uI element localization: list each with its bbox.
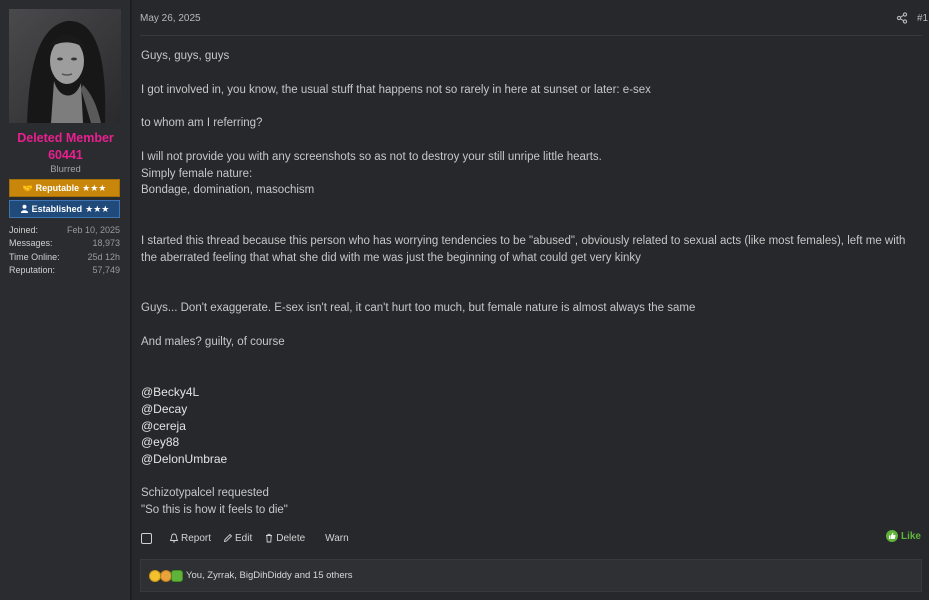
badge-stars: ★★★ <box>85 203 110 214</box>
post-actions: Report Edit Delete Warn Like <box>141 530 921 546</box>
user-stats: Joined: Feb 10, 2025 Messages: 18,973 Ti… <box>9 223 120 277</box>
paragraph: And males? guilty, of course <box>141 335 285 348</box>
closing-quote: "So this is how it feels to die" <box>141 503 288 516</box>
badge-stars: ★★★ <box>82 182 107 193</box>
post-body: Guys, guys, guys I got involved in, you … <box>141 48 916 518</box>
paragraph: Guys... Don't exaggerate. E-sex isn't re… <box>141 301 696 314</box>
paragraph: Guys, guys, guys <box>141 50 230 62</box>
stat-messages: Messages: 18,973 <box>9 238 120 249</box>
badge-label: Established <box>31 204 83 214</box>
report-button[interactable]: Report <box>169 533 211 544</box>
trash-icon <box>266 533 273 543</box>
delete-button[interactable]: Delete <box>264 533 305 544</box>
paragraph: I started this thread because this perso… <box>141 234 909 264</box>
paragraph: to whom am I referring? <box>141 117 263 130</box>
bell-icon <box>169 533 179 543</box>
avatar[interactable] <box>9 9 121 123</box>
like-button[interactable]: Like <box>885 530 921 542</box>
post-header: May 26, 2025 #1 <box>140 0 928 36</box>
user-sidebar: Deleted Member 60441 Blurred 🤝 Reputable… <box>0 0 131 600</box>
badge-label: Reputable <box>35 183 80 193</box>
closing-line: Schizotypalcel requested <box>141 486 269 499</box>
post-date[interactable]: May 26, 2025 <box>140 13 201 24</box>
handshake-icon: 🤝 <box>22 183 33 193</box>
thumbs-up-emoji-icon <box>171 569 183 582</box>
established-badge: Established ★★★ <box>9 200 120 218</box>
reputable-badge: 🤝 Reputable ★★★ <box>9 179 120 197</box>
username[interactable]: Deleted Member 60441 <box>0 130 131 164</box>
edit-button[interactable]: Edit <box>223 533 252 544</box>
user-icon <box>20 204 29 215</box>
share-icon[interactable] <box>896 12 908 24</box>
pencil-icon <box>223 533 233 543</box>
stat-reputation: Reputation: 57,749 <box>9 265 120 276</box>
mention-link[interactable]: @Decay <box>141 401 916 418</box>
reaction-emojis <box>149 569 183 582</box>
post: May 26, 2025 #1 Guys, guys, guys I got i… <box>132 0 929 600</box>
paragraph: I will not provide you with any screensh… <box>141 150 602 197</box>
mention-link[interactable]: @DelonUmbrae <box>141 451 916 468</box>
thumbs-up-icon <box>885 530 898 542</box>
warn-button[interactable]: Warn <box>325 533 349 544</box>
user-title: Blurred <box>50 164 81 175</box>
paragraph: I got involved in, you know, the usual s… <box>141 83 651 96</box>
reactions-bar[interactable]: You, Zyrrak, BigDihDiddy and 15 others <box>140 559 922 592</box>
stat-joined: Joined: Feb 10, 2025 <box>9 224 120 235</box>
mention-link[interactable]: @cereja <box>141 418 916 435</box>
mention-link[interactable]: @ey88 <box>141 434 916 451</box>
mention-link[interactable]: @Becky4L <box>141 384 916 401</box>
select-checkbox[interactable] <box>141 532 152 544</box>
reaction-summary[interactable]: You, Zyrrak, BigDihDiddy and 15 others <box>186 570 353 581</box>
post-number[interactable]: #1 <box>917 13 928 24</box>
stat-time-online: Time Online: 25d 12h <box>9 251 120 262</box>
mentions-list: @Becky4L @Decay @cereja @ey88 @DelonUmbr… <box>141 384 916 468</box>
